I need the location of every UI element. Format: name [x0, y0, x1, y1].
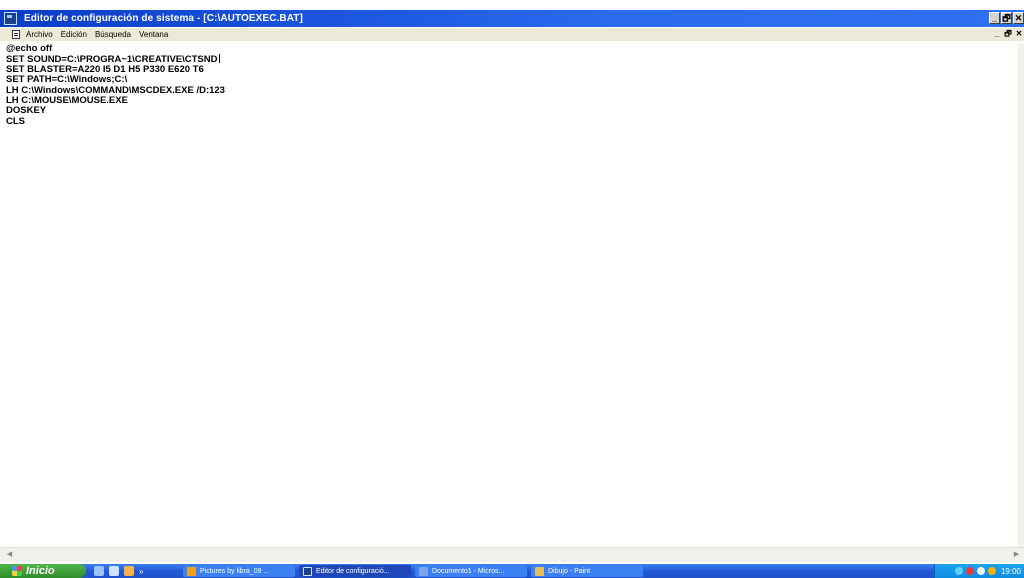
menu-archivo[interactable]: Archivo	[26, 30, 53, 39]
editor-line: LH C:\MOUSE\MOUSE.EXE	[6, 94, 128, 106]
task-word[interactable]: Documento1 - Micros...	[415, 565, 527, 577]
start-button[interactable]: Inicio	[0, 564, 86, 578]
task-browser[interactable]: Pictures by libra_09 ...	[183, 565, 295, 577]
taskbar: Inicio » Pictures by libra_09 ... Editor…	[0, 564, 1024, 578]
doc-minimize-button[interactable]: _	[992, 29, 1002, 39]
vertical-scrollbar[interactable]	[1018, 44, 1024, 562]
editor-line: CLS	[6, 115, 25, 127]
antivirus-icon[interactable]	[987, 567, 996, 575]
scroll-left-arrow-icon[interactable]: ◀	[4, 550, 15, 560]
window-controls: _ 🗗 ✕	[989, 12, 1024, 24]
menu-edicion[interactable]: Edición	[61, 30, 87, 39]
editor-line: LH C:\Windows\COMMAND\MSCDEX.EXE /D:123	[6, 84, 225, 96]
window-title: Editor de configuración de sistema - [C:…	[24, 13, 303, 24]
editor-line: DOSKEY	[6, 105, 47, 117]
windows-logo-icon	[12, 566, 22, 576]
volume-icon[interactable]	[976, 567, 985, 575]
paint-icon	[535, 566, 544, 576]
title-bar: Editor de configuración de sistema - [C:…	[0, 10, 1024, 27]
task-label: Pictures by libra_09 ...	[200, 567, 270, 575]
system-tray: 19:00	[934, 564, 1024, 578]
text-caret	[218, 54, 220, 64]
start-label: Inicio	[26, 565, 55, 577]
task-label: Documento1 - Micros...	[432, 567, 505, 575]
editor-line: SET BLASTER=A220 I5 D1 H5 P330 E620 T6	[6, 63, 204, 75]
close-button[interactable]: ✕	[1013, 12, 1024, 24]
network-icon[interactable]	[954, 567, 963, 575]
editor-line: @echo off	[6, 43, 53, 54]
horizontal-scrollbar[interactable]: ◀ ▶	[0, 547, 1024, 562]
security-alert-icon[interactable]	[965, 567, 974, 575]
sysedit-icon	[303, 566, 312, 576]
task-label: Dibujo - Paint	[548, 567, 591, 575]
browser-icon	[187, 566, 196, 576]
document-window-controls: _ 🗗 ✕	[992, 29, 1024, 39]
document-icon[interactable]	[12, 30, 20, 39]
task-paint[interactable]: Dibujo - Paint	[531, 565, 643, 577]
task-sysedit[interactable]: Editor de configuració...	[299, 565, 411, 577]
sysedit-app-icon[interactable]	[4, 12, 17, 25]
clock[interactable]: 19:00	[1001, 567, 1021, 576]
outlook-icon[interactable]	[109, 566, 119, 576]
chevron-more-icon[interactable]: »	[139, 567, 143, 576]
minimize-button[interactable]: _	[989, 12, 1000, 24]
doc-close-button[interactable]: ✕	[1014, 29, 1024, 39]
quick-launch: »	[94, 566, 179, 576]
doc-restore-button[interactable]: 🗗	[1003, 29, 1013, 39]
menu-ventana[interactable]: Ventana	[139, 30, 168, 39]
editor-line: SET PATH=C:\Windows;C:\	[6, 74, 128, 86]
media-player-icon[interactable]	[124, 566, 134, 576]
restore-button[interactable]: 🗗	[1001, 12, 1012, 24]
scroll-right-arrow-icon[interactable]: ▶	[1011, 550, 1022, 560]
task-label: Editor de configuració...	[316, 567, 390, 575]
internet-explorer-icon[interactable]	[94, 566, 104, 576]
text-editor[interactable]: @echo off SET SOUND=C:\PROGRA~1\CREATIVE…	[6, 43, 1006, 544]
menu-busqueda[interactable]: Búsqueda	[95, 30, 131, 39]
word-icon	[419, 566, 428, 576]
menu-bar: Archivo Edición Búsqueda Ventana _ 🗗 ✕	[0, 28, 1024, 41]
